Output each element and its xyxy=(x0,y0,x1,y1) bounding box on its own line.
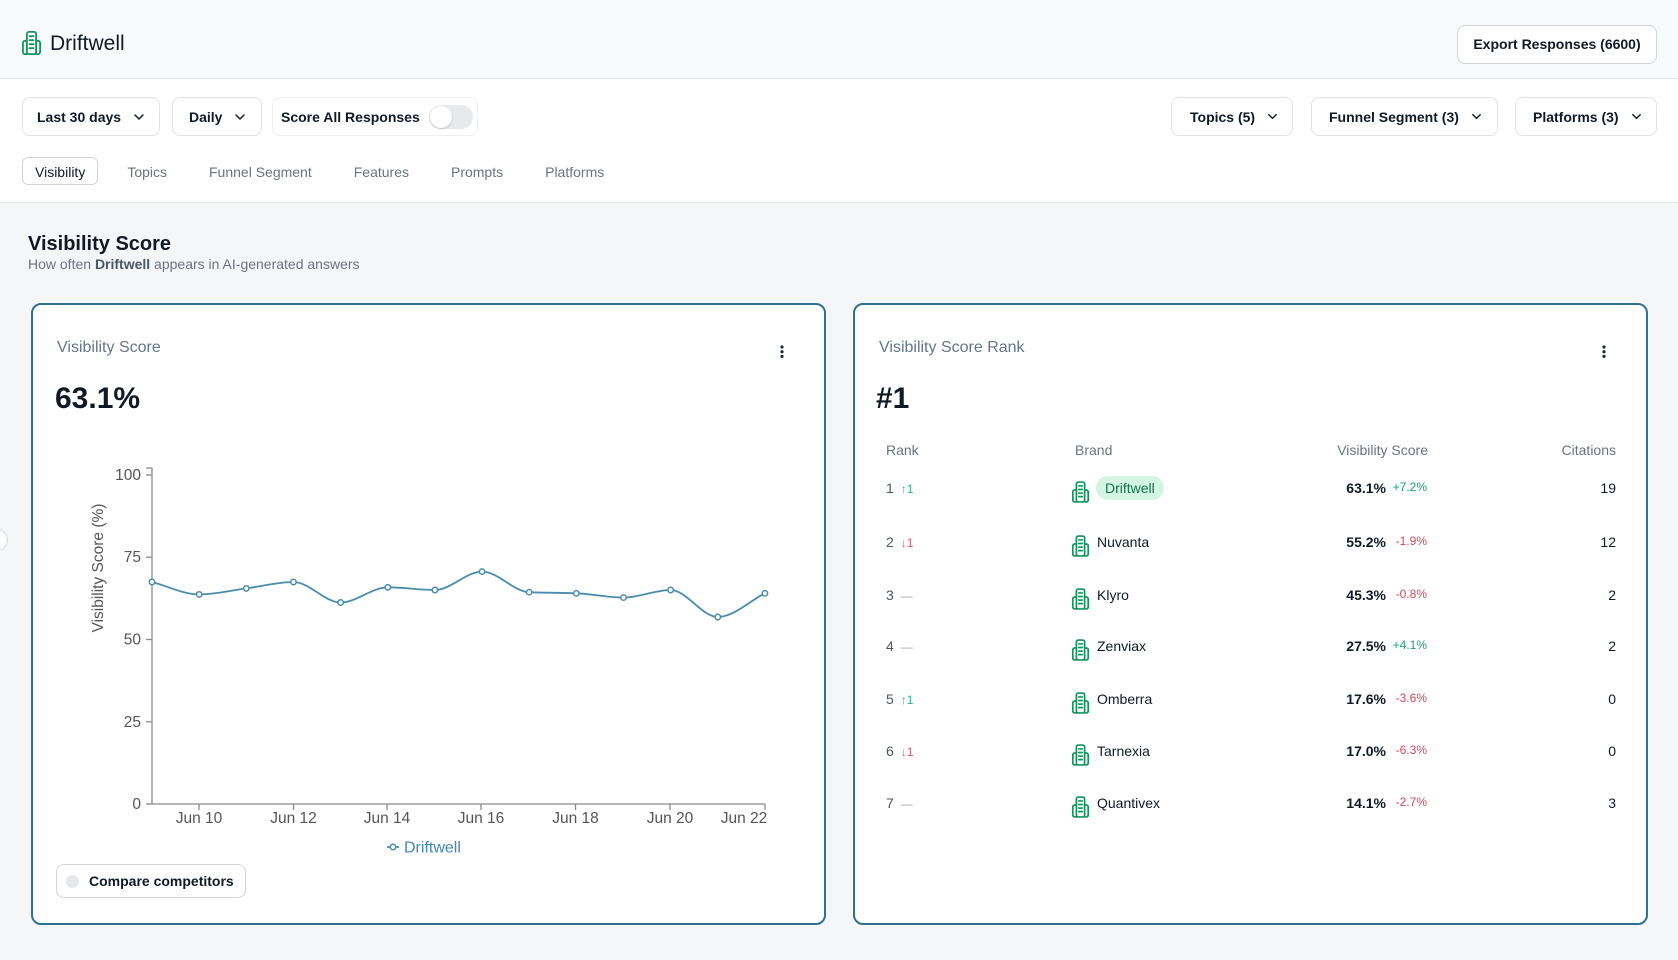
svg-text:Jun 12: Jun 12 xyxy=(270,810,317,827)
svg-text:75: 75 xyxy=(124,549,141,566)
svg-text:50: 50 xyxy=(124,632,142,649)
svg-text:25: 25 xyxy=(124,714,141,731)
svg-text:Jun 20: Jun 20 xyxy=(647,810,694,827)
svg-text:100: 100 xyxy=(115,467,141,484)
svg-text:Jun 16: Jun 16 xyxy=(458,810,505,827)
svg-text:Jun 10: Jun 10 xyxy=(176,810,223,827)
svg-text:Driftwell: Driftwell xyxy=(404,840,461,857)
svg-text:Jun 22: Jun 22 xyxy=(721,810,768,827)
svg-text:Jun 18: Jun 18 xyxy=(552,810,599,827)
svg-text:0: 0 xyxy=(132,796,141,813)
svg-text:Jun 14: Jun 14 xyxy=(364,810,411,827)
svg-text:Visibility Score (%): Visibility Score (%) xyxy=(90,504,107,633)
